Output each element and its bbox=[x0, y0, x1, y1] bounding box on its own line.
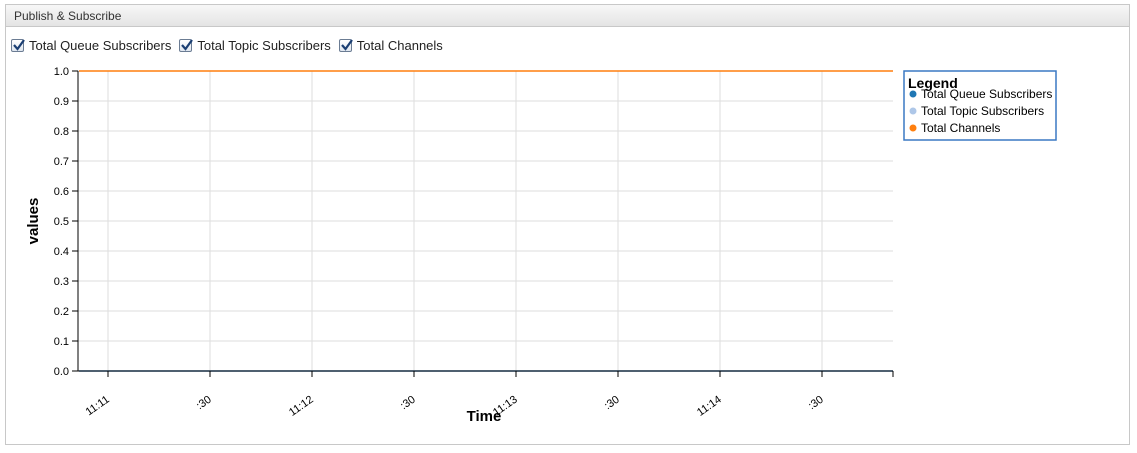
chart-axes: 0.0 0.1 0.2 0.3 0.4 0.5 0.6 0.7 0.8 0.9 1.0 11:11 :3… bbox=[54, 66, 894, 419]
legend-swatch bbox=[909, 90, 917, 98]
x-tick-label: :30 bbox=[602, 394, 621, 413]
y-tick-label: 0.9 bbox=[54, 96, 69, 108]
y-tick-label: 0.4 bbox=[54, 246, 69, 258]
legend-swatch bbox=[909, 107, 917, 115]
x-tick-label: :30 bbox=[398, 394, 417, 413]
y-tick-label: 0.3 bbox=[54, 276, 69, 288]
y-tick-label: 1.0 bbox=[54, 66, 69, 78]
chart-legend[interactable]: Legend Total Queue SubscribersTotal Topi… bbox=[903, 70, 1057, 141]
legend-item: Total Topic Subscribers bbox=[921, 104, 1044, 118]
y-tick-label: 0.1 bbox=[54, 336, 69, 348]
x-tick-label: 11:14 bbox=[695, 394, 724, 419]
y-tick-label: 0.8 bbox=[54, 126, 69, 138]
y-tick-label: 0.2 bbox=[54, 306, 69, 318]
x-tick-label: :30 bbox=[806, 394, 825, 413]
legend-swatch bbox=[909, 124, 917, 132]
y-tick-label: 0.6 bbox=[54, 186, 69, 198]
y-tick-label: 0.5 bbox=[54, 216, 69, 228]
legend-item: Total Queue Subscribers bbox=[921, 87, 1052, 101]
x-tick-label: 11:11 bbox=[84, 394, 112, 419]
legend-item: Total Channels bbox=[921, 121, 1000, 135]
x-axis-label: Time bbox=[467, 408, 502, 425]
chart-grid bbox=[78, 70, 893, 372]
line-chart: 0.0 0.1 0.2 0.3 0.4 0.5 0.6 0.7 0.8 0.9 1.0 11:11 :3… bbox=[25, 66, 1057, 425]
x-tick-label: 11:12 bbox=[287, 394, 316, 419]
y-axis-label: values bbox=[25, 198, 42, 245]
y-tick-label: 0.0 bbox=[54, 366, 69, 378]
y-tick-label: 0.7 bbox=[54, 156, 69, 168]
x-tick-label: :30 bbox=[194, 394, 213, 413]
